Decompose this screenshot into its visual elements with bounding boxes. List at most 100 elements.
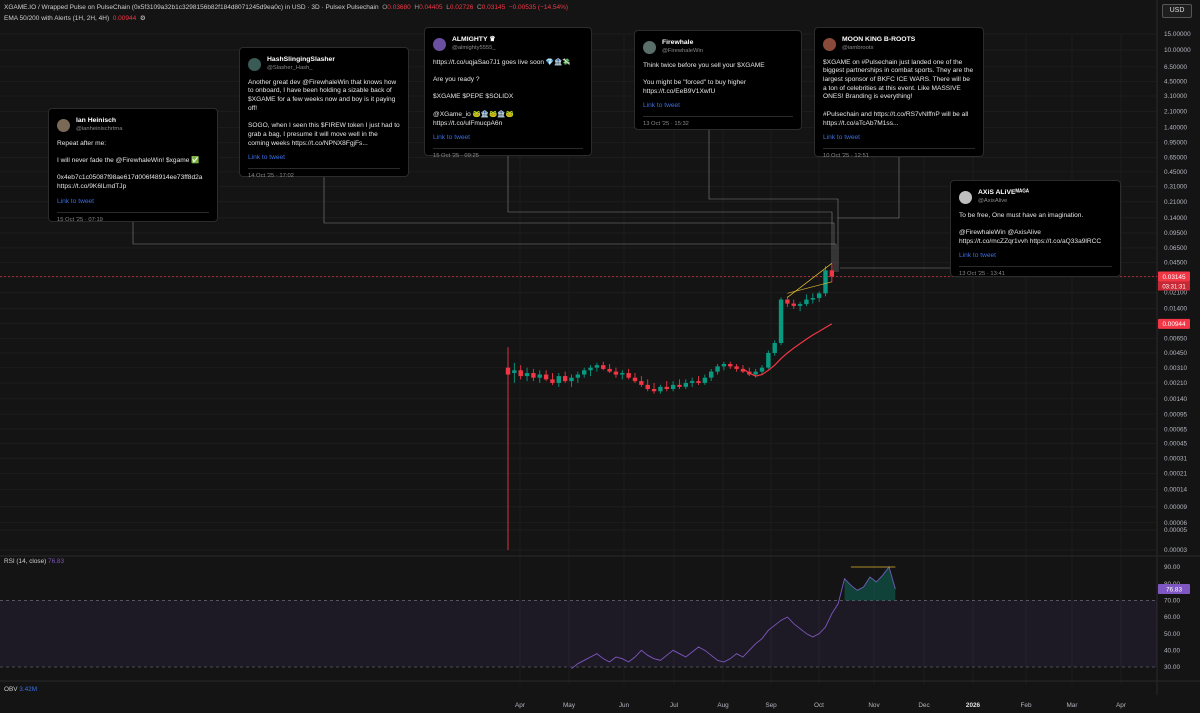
tweet-link[interactable]: Link to tweet [433,134,583,143]
candle-body [689,381,695,383]
y-tick-label: 0.00140 [1164,396,1188,403]
y-tick-label: 0.09500 [1164,230,1188,237]
y-tick-label: 0.02100 [1164,290,1188,297]
candle-body [816,293,822,299]
candle-body [696,381,701,383]
ema-legend[interactable]: EMA 50/200 with Alerts (1H, 2H, 4H) 0.00… [4,14,146,22]
candle-body [582,370,587,375]
obv-value: 3.42M [19,686,38,693]
tweet-link[interactable]: Link to tweet [823,134,975,143]
y-tick-label: 0.31000 [1164,184,1188,191]
symbol-title[interactable]: XGAME.IO / Wrapped Pulse on PulseChain (… [4,4,379,11]
candle-body [588,367,593,371]
rsi-value-label: 76.83 [1166,586,1182,593]
tweet-date: 15 Oct '25 · 09:25 [433,147,583,161]
candle-body [772,342,777,353]
tweet-link[interactable]: Link to tweet [57,198,209,207]
change-value: −0.00535 (−14.54%) [508,4,569,11]
avatar-icon [248,57,261,71]
tweet-body: Another great dev @FirewhaleWin that kno… [248,78,400,147]
candle-body [575,374,581,378]
avatar-icon [823,37,836,51]
candle-body [613,371,619,375]
tweet-body: Think twice before you sell your $XGAME … [643,61,765,95]
candle-body [607,368,612,372]
ema-label: EMA 50/200 with Alerts (1H, 2H, 4H) [4,15,110,22]
x-tick-label: Dec [918,702,930,709]
candle-body [702,377,708,383]
tweet-handle: @FirewhaleWin [662,47,703,54]
x-tick-label: 2026 [966,702,981,709]
candle-body [759,367,765,372]
x-tick-label: Mar [1066,702,1078,709]
tweet-body: To be free, One must have an imagination… [959,211,1102,245]
candle-body [715,366,720,372]
tweet-author: AXiS ALiVEᴹᴬᴳᴬ [978,189,1030,196]
candle-body [810,298,815,300]
candle-body [721,363,727,367]
candle-body [569,377,574,382]
chart-canvas[interactable]: 15.00000 10.00000 6.50000 4.50000 3.10000 2.1… [0,0,1200,713]
y-tick-label: 10.00000 [1164,47,1191,54]
tweet-card-almighty[interactable]: ALMIGHTY ♛ @almighty5555_ https://t.co/uq… [424,27,592,159]
currency-button[interactable]: USD [1162,4,1192,18]
candle-body [594,365,600,368]
ema-settings-icon[interactable]: ⚙ [140,15,146,22]
candle-body [550,379,555,383]
rsi-band [0,600,1157,667]
candle-body [797,304,803,306]
tweet-link[interactable]: Link to tweet [959,252,1112,261]
rsi-tick-label: 90.00 [1164,564,1180,571]
candle-body [670,384,676,390]
x-tick-label: Sep [765,702,777,709]
tweet-card-ian[interactable]: Ian Heinisch @ianheinischrtma Repeat afte… [48,108,218,223]
y-tick-label: 0.00009 [1164,504,1188,511]
candle-body [543,374,549,380]
y-tick-label: 0.00095 [1164,411,1188,418]
y-tick-label: 0.06500 [1164,245,1188,252]
tweet-card-moonking[interactable]: MOON KING B-ROOTS @iambroots $XGAME on #P… [814,27,984,159]
tweet-card-hashslinger[interactable]: HashSlingingSlasher @Slasher_Hash_ Anothe… [239,47,409,179]
y-tick-label: 0.00045 [1164,441,1188,448]
y-tick-label: 0.00450 [1164,350,1188,357]
tweet-handle: @iambroots [842,44,874,51]
avatar-icon [433,37,446,51]
candle-body [531,373,536,378]
rsi-legend[interactable]: RSI (14, close) 76.83 [4,558,64,565]
candle-body [639,381,644,385]
candle-body [651,389,657,392]
candle-body [505,367,511,375]
tweet-card-axisalive[interactable]: AXiS ALiVEᴹᴬᴳᴬ @AxisAlive To be free, One… [950,180,1121,277]
y-tick-label: 0.65000 [1164,155,1188,162]
y-tick-label: 1.40000 [1164,124,1188,131]
candle-body [785,299,790,304]
tweet-date: 13 Oct '25 · 13:41 [959,266,1112,279]
tweet-date: 10 Oct '25 · 12:51 [823,147,975,161]
y-tick-label: 0.01400 [1164,306,1188,313]
x-tick-label: Apr [1116,702,1127,709]
tweet-card-firewhale[interactable]: Firewhale @FirewhaleWin Think twice befor… [634,30,802,130]
low-value: 0.02726 [449,4,474,11]
tweet-link[interactable]: Link to tweet [248,154,400,163]
tweet-handle: @ianheinischrtma [76,125,123,132]
tweet-handle: @Slasher_Hash_ [267,64,313,71]
y-tick-label: 0.21000 [1164,199,1188,206]
y-tick-label: 0.14000 [1164,215,1188,222]
obv-legend[interactable]: OBV 3.42M [4,686,37,693]
candle-body [734,366,739,369]
tweet-body: https://t.co/uqjaSao7J1 goes live soon 💎… [433,58,571,127]
tweet-handle: @AxisAlive [978,197,1008,204]
rsi-tick-label: 40.00 [1164,648,1180,655]
rsi-tick-label: 30.00 [1164,664,1180,671]
y-tick-label: 6.50000 [1164,64,1188,71]
candle-body [518,370,523,377]
tweet-handle: @almighty5555_ [452,44,496,51]
tweet-author: Ian Heinisch [76,117,117,124]
last-price-label: 0.03145 [1162,274,1186,281]
y-tick-label: 0.00031 [1164,455,1188,462]
y-tick-label: 0.00021 [1164,471,1188,478]
ema-value: 0.00944 [112,15,137,22]
tweet-link[interactable]: Link to tweet [643,102,793,111]
tweet-date: 14 Oct '25 · 17:02 [248,167,400,181]
candle-body [512,370,517,374]
